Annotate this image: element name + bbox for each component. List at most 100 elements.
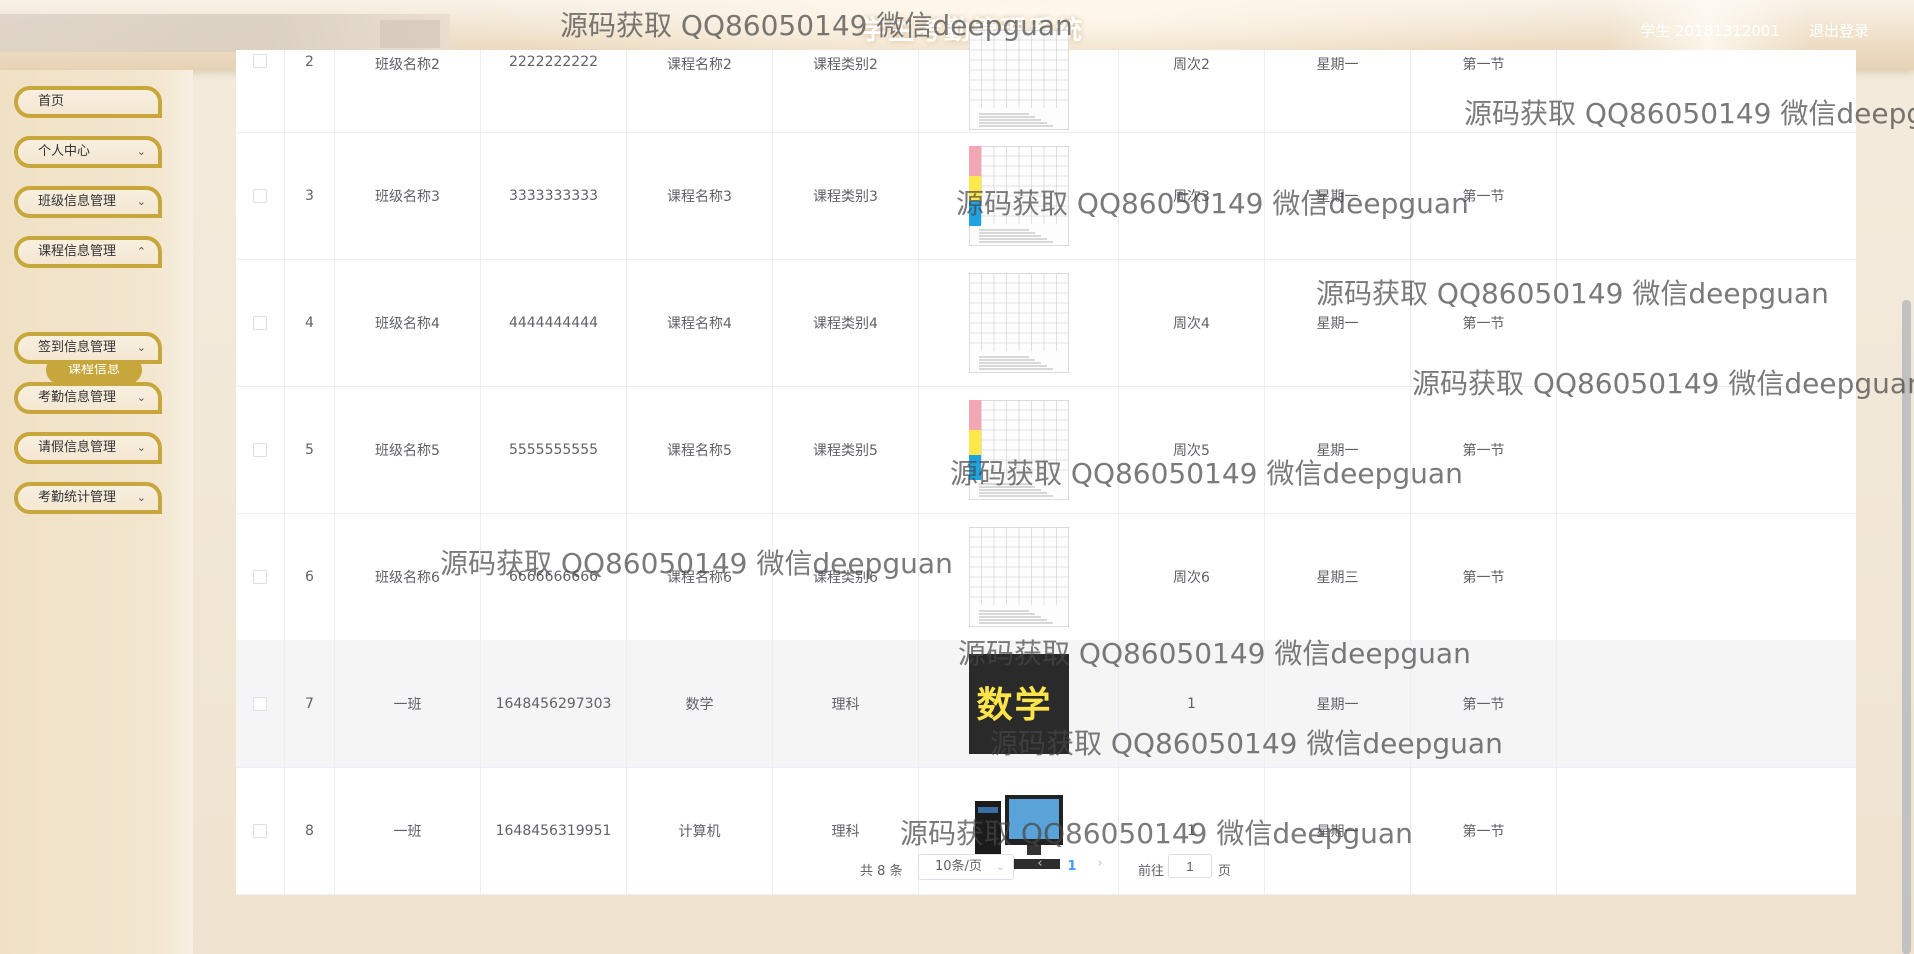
row-checkbox[interactable] — [253, 823, 267, 838]
weekday-cell: 星期一 — [1265, 386, 1411, 513]
prev-page-button[interactable]: ‹ — [1030, 856, 1050, 878]
sidebar-item-signin-info[interactable]: 签到信息管理 ⌄ — [14, 332, 162, 364]
course-no-text: 1648456297303 — [495, 695, 612, 712]
class-name-cell: 班级名称6 — [335, 513, 481, 640]
sidebar-item-label: 首页 — [38, 94, 65, 109]
sidebar-item-attendance-stats[interactable]: 考勤统计管理 ⌄ — [14, 482, 162, 514]
select-cell — [236, 640, 285, 767]
table-row: 5 班级名称5 5555555555 课程名称5 课程类别5 周次5 星期一 第一节 — [236, 386, 1856, 514]
sidebar-item-label: 考勤信息管理 — [38, 390, 117, 405]
image-cell: 数学 — [919, 640, 1119, 767]
period-cell: 第一节 — [1411, 259, 1557, 386]
course-no-text: 6666666666 — [508, 568, 599, 585]
sidebar-item-personal-center[interactable]: 个人中心 ⌄ — [14, 136, 162, 168]
index-text: 6 — [305, 568, 314, 585]
course-no-cell: 2222222222 — [481, 50, 627, 132]
vertical-scrollbar[interactable] — [1902, 300, 1911, 954]
header-decoration — [380, 20, 440, 48]
course-no-cell: 3333333333 — [481, 132, 627, 259]
sidebar-item-class-info[interactable]: 班级信息管理 ⌄ — [14, 186, 162, 218]
sidebar-item-label: 个人中心 — [38, 144, 91, 159]
course-type-cell: 课程类别5 — [773, 386, 919, 513]
table-row: 4 班级名称4 4444444444 课程名称4 课程类别4 周次4 星期一 第一节 — [236, 259, 1856, 387]
select-cell — [236, 50, 285, 132]
index-cell: 3 — [285, 132, 335, 259]
course-name-cell: 课程名称3 — [627, 132, 773, 259]
course-name-text: 课程名称5 — [667, 442, 732, 459]
course-name-text: 数学 — [685, 696, 714, 713]
index-text: 8 — [305, 822, 314, 839]
course-type-text: 课程类别2 — [813, 57, 878, 73]
course-name-text: 计算机 — [678, 823, 721, 840]
course-name-cell: 课程名称2 — [627, 50, 773, 132]
course-name-text: 课程名称3 — [667, 188, 732, 205]
goto-page-input[interactable] — [1168, 854, 1212, 878]
week-cell: 周次5 — [1119, 386, 1265, 513]
week-cell: 1 — [1119, 640, 1265, 767]
course-no-text: 2222222222 — [508, 54, 599, 70]
week-text: 1 — [1187, 822, 1196, 839]
course-table: 2 班级名称2 2222222222 课程名称2 课程类别2 周次2 星期一 第一节 3 班级名称… — [236, 30, 1856, 895]
sidebar-item-label: 班级信息管理 — [38, 194, 117, 209]
course-type-cell: 课程类别3 — [773, 132, 919, 259]
course-type-text: 课程类别4 — [813, 315, 878, 332]
index-text: 4 — [305, 314, 314, 331]
course-no-text: 4444444444 — [508, 314, 599, 331]
next-page-button[interactable]: › — [1090, 856, 1110, 878]
period-text: 第一节 — [1462, 188, 1505, 205]
weekday-cell: 星期一 — [1265, 259, 1411, 386]
period-text: 第一节 — [1462, 696, 1505, 713]
row-checkbox[interactable] — [253, 315, 267, 330]
row-checkbox[interactable] — [253, 442, 267, 457]
row-checkbox[interactable] — [253, 569, 267, 584]
row-checkbox[interactable] — [253, 54, 267, 68]
course-type-cell: 课程类别6 — [773, 513, 919, 640]
weekday-cell: 星期一 — [1265, 50, 1411, 132]
course-no-text: 3333333333 — [508, 187, 599, 204]
table-row: 7 一班 1648456297303 数学 理科 数学 1 星期一 第一节 — [236, 640, 1856, 768]
schedule-image — [968, 145, 1069, 246]
period-cell: 第一节 — [1411, 386, 1557, 513]
sidebar-item-home[interactable]: 首页 — [14, 86, 162, 118]
course-name-cell: 课程名称6 — [627, 513, 773, 640]
chevron-up-icon: ⌃ — [136, 245, 146, 258]
course-type-cell: 理科 — [773, 640, 919, 767]
index-cell: 6 — [285, 513, 335, 640]
week-text: 1 — [1187, 695, 1196, 712]
image-cell — [919, 513, 1119, 640]
index-text: 5 — [305, 441, 314, 458]
page-number-current[interactable]: 1 — [1060, 856, 1084, 878]
chevron-down-icon: ⌄ — [136, 341, 146, 354]
weekday-text: 星期一 — [1316, 188, 1359, 205]
row-checkbox[interactable] — [253, 188, 267, 203]
period-cell: 第一节 — [1411, 50, 1557, 132]
schedule-image — [968, 399, 1069, 500]
sidebar-item-label: 考勤统计管理 — [38, 490, 117, 505]
sidebar: 首页 个人中心 ⌄ 班级信息管理 ⌄ 课程信息管理 ⌃ 课程信息 签到信息管理 ⌄ 考勤… — [0, 70, 193, 954]
index-text: 7 — [305, 695, 314, 712]
sidebar-item-course-info[interactable]: 课程信息管理 ⌃ — [14, 236, 162, 268]
sidebar-item-leave-info[interactable]: 请假信息管理 ⌄ — [14, 432, 162, 464]
course-no-cell: 5555555555 — [481, 386, 627, 513]
select-cell — [236, 513, 285, 640]
logout-link[interactable]: 退出登录 — [1809, 20, 1869, 41]
period-text: 第一节 — [1462, 57, 1505, 73]
period-text: 第一节 — [1462, 315, 1505, 332]
pagination-total: 共 8 条 — [860, 864, 903, 879]
class-name-text: 班级名称2 — [375, 57, 440, 73]
class-name-cell: 班级名称5 — [335, 386, 481, 513]
sidebar-item-label: 请假信息管理 — [38, 440, 117, 455]
sidebar-item-attendance-info[interactable]: 考勤信息管理 ⌄ — [14, 382, 162, 414]
select-cell — [236, 259, 285, 386]
class-name-text: 一班 — [393, 823, 422, 840]
class-name-text: 班级名称5 — [375, 442, 440, 459]
class-name-text: 一班 — [393, 696, 422, 713]
schedule-image — [968, 272, 1069, 373]
index-cell: 7 — [285, 640, 335, 767]
week-text: 周次3 — [1173, 188, 1210, 205]
row-checkbox[interactable] — [253, 696, 267, 711]
table-row: 3 班级名称3 3333333333 课程名称3 课程类别3 周次3 星期一 第一节 — [236, 132, 1856, 260]
schedule-image — [968, 30, 1069, 130]
weekday-cell: 星期三 — [1265, 513, 1411, 640]
page-size-select[interactable]: 10条/页 ⌄ — [918, 854, 1014, 880]
